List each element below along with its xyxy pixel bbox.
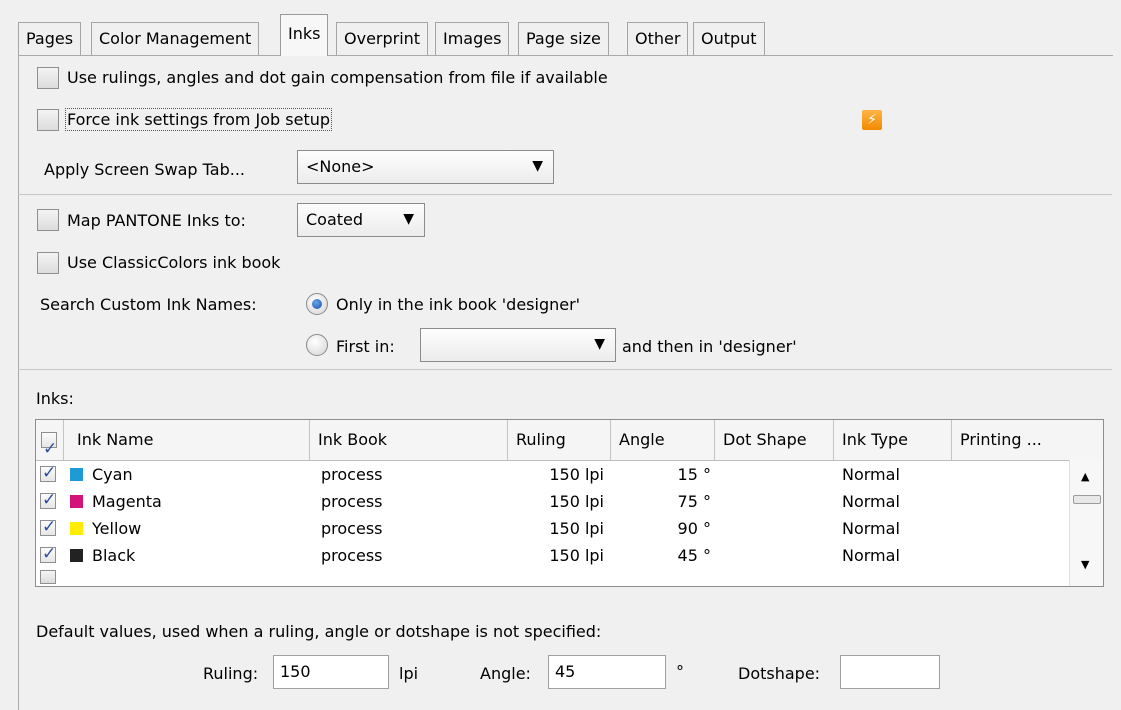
- scroll-thumb[interactable]: [1073, 495, 1101, 504]
- select-all-cell: [36, 420, 64, 460]
- column-ruling[interactable]: Ruling: [508, 420, 611, 460]
- map-pantone-select[interactable]: Coated ▼: [297, 203, 425, 237]
- ink-type: Normal: [842, 519, 900, 538]
- map-pantone-label: Map PANTONE Inks to:: [67, 211, 246, 230]
- ink-name: Yellow: [92, 519, 142, 538]
- inks-table: Ink Name Ink Book Ruling Angle Dot Shape…: [35, 419, 1104, 587]
- tab-images[interactable]: Images: [435, 22, 510, 55]
- ink-angle: 15 °: [677, 465, 711, 484]
- chevron-down-icon: ▼: [532, 158, 543, 174]
- select-all-checkbox[interactable]: [41, 429, 57, 460]
- separator: [18, 194, 1112, 195]
- row-checkbox[interactable]: [40, 490, 56, 510]
- chevron-down-icon: ▼: [403, 211, 414, 227]
- radio-only-in-book-label: Only in the ink book 'designer': [336, 295, 581, 314]
- force-ink-checkbox[interactable]: [37, 109, 59, 131]
- ink-name: Black: [92, 546, 136, 565]
- defaults-note: Default values, used when a ruling, angl…: [36, 622, 602, 641]
- search-custom-ink-label: Search Custom Ink Names:: [40, 295, 257, 314]
- table-header: Ink Name Ink Book Ruling Angle Dot Shape…: [36, 420, 1071, 461]
- screen-swap-select[interactable]: <None> ▼: [297, 150, 554, 184]
- ink-type: Normal: [842, 546, 900, 565]
- tab-other[interactable]: Other: [627, 22, 689, 55]
- default-ruling-input[interactable]: 150: [273, 655, 389, 689]
- separator: [18, 369, 1112, 370]
- default-ruling-label: Ruling:: [203, 664, 259, 683]
- scroll-down-icon[interactable]: ▼: [1081, 558, 1089, 571]
- ink-book: process: [321, 519, 383, 538]
- column-dot-shape[interactable]: Dot Shape: [715, 420, 834, 460]
- row-checkbox[interactable]: [40, 544, 56, 564]
- classic-colors-label: Use ClassicColors ink book: [67, 253, 281, 272]
- default-dotshape-input[interactable]: [840, 655, 940, 689]
- apply-screen-swap-label: Apply Screen Swap Tab...: [44, 160, 245, 179]
- ink-angle: 90 °: [677, 519, 711, 538]
- tab-inks[interactable]: Inks: [280, 14, 329, 56]
- table-row[interactable]: Cyan process 150 lpi 15 ° Normal: [36, 461, 1071, 488]
- ink-angle: 45 °: [677, 546, 711, 565]
- then-in-label: and then in 'designer': [622, 337, 797, 356]
- tab-page-size[interactable]: Page size: [518, 22, 609, 55]
- ink-name: Cyan: [92, 465, 133, 484]
- ink-color-swatch: [70, 468, 83, 481]
- use-rulings-label: Use rulings, angles and dot gain compens…: [67, 68, 608, 87]
- map-pantone-checkbox[interactable]: [37, 209, 59, 231]
- classic-colors-checkbox[interactable]: [37, 252, 59, 274]
- ink-book: process: [321, 465, 383, 484]
- map-pantone-value: Coated: [306, 210, 364, 229]
- use-rulings-checkbox[interactable]: [37, 67, 59, 89]
- tab-color-management[interactable]: Color Management: [91, 22, 260, 55]
- ink-type: Normal: [842, 465, 900, 484]
- default-angle-unit: °: [676, 662, 684, 681]
- table-scrollbar[interactable]: ▲ ▼: [1069, 460, 1103, 586]
- default-dotshape-label: Dotshape:: [738, 664, 821, 683]
- ink-color-swatch: [70, 549, 83, 562]
- radio-first-in[interactable]: [306, 334, 328, 356]
- row-checkbox[interactable]: [40, 570, 56, 584]
- inks-label: Inks:: [36, 389, 74, 408]
- row-checkbox[interactable]: [40, 517, 56, 537]
- tab-overprint[interactable]: Overprint: [336, 22, 429, 55]
- radio-first-in-label: First in:: [336, 337, 395, 356]
- row-checkbox[interactable]: [40, 463, 56, 483]
- lightning-bolt-icon[interactable]: ⚡: [862, 110, 882, 130]
- ink-ruling: 150 lpi: [549, 465, 604, 484]
- header-corner: [1070, 420, 1103, 460]
- force-ink-label: Force ink settings from Job setup: [64, 108, 333, 131]
- column-angle[interactable]: Angle: [611, 420, 715, 460]
- ink-type: Normal: [842, 492, 900, 511]
- ink-color-swatch: [70, 495, 83, 508]
- default-angle-label: Angle:: [480, 664, 531, 683]
- table-row-empty[interactable]: [36, 569, 1071, 585]
- table-row[interactable]: Yellow process 150 lpi 90 ° Normal: [36, 515, 1071, 542]
- ink-angle: 75 °: [677, 492, 711, 511]
- scroll-up-icon[interactable]: ▲: [1081, 470, 1089, 483]
- ink-ruling: 150 lpi: [549, 546, 604, 565]
- tab-output[interactable]: Output: [693, 22, 765, 55]
- inks-panel: [18, 55, 1113, 710]
- default-ruling-unit: lpi: [399, 664, 419, 683]
- ink-book: process: [321, 546, 383, 565]
- tab-pages[interactable]: Pages: [18, 22, 82, 55]
- chevron-down-icon: ▼: [594, 336, 605, 352]
- table-row[interactable]: Black process 150 lpi 45 ° Normal: [36, 542, 1071, 569]
- table-row[interactable]: Magenta process 150 lpi 75 ° Normal: [36, 488, 1071, 515]
- screen-swap-value: <None>: [306, 157, 375, 176]
- column-ink-name[interactable]: Ink Name: [64, 420, 310, 460]
- default-angle-input[interactable]: 45: [548, 655, 666, 689]
- ink-name: Magenta: [92, 492, 162, 511]
- first-in-select[interactable]: ▼: [420, 328, 616, 362]
- column-printing[interactable]: Printing ...: [952, 420, 1071, 460]
- radio-only-in-book[interactable]: [306, 293, 328, 315]
- column-ink-book[interactable]: Ink Book: [310, 420, 508, 460]
- ink-ruling: 150 lpi: [549, 519, 604, 538]
- ink-ruling: 150 lpi: [549, 492, 604, 511]
- ink-book: process: [321, 492, 383, 511]
- column-ink-type[interactable]: Ink Type: [834, 420, 952, 460]
- ink-color-swatch: [70, 522, 83, 535]
